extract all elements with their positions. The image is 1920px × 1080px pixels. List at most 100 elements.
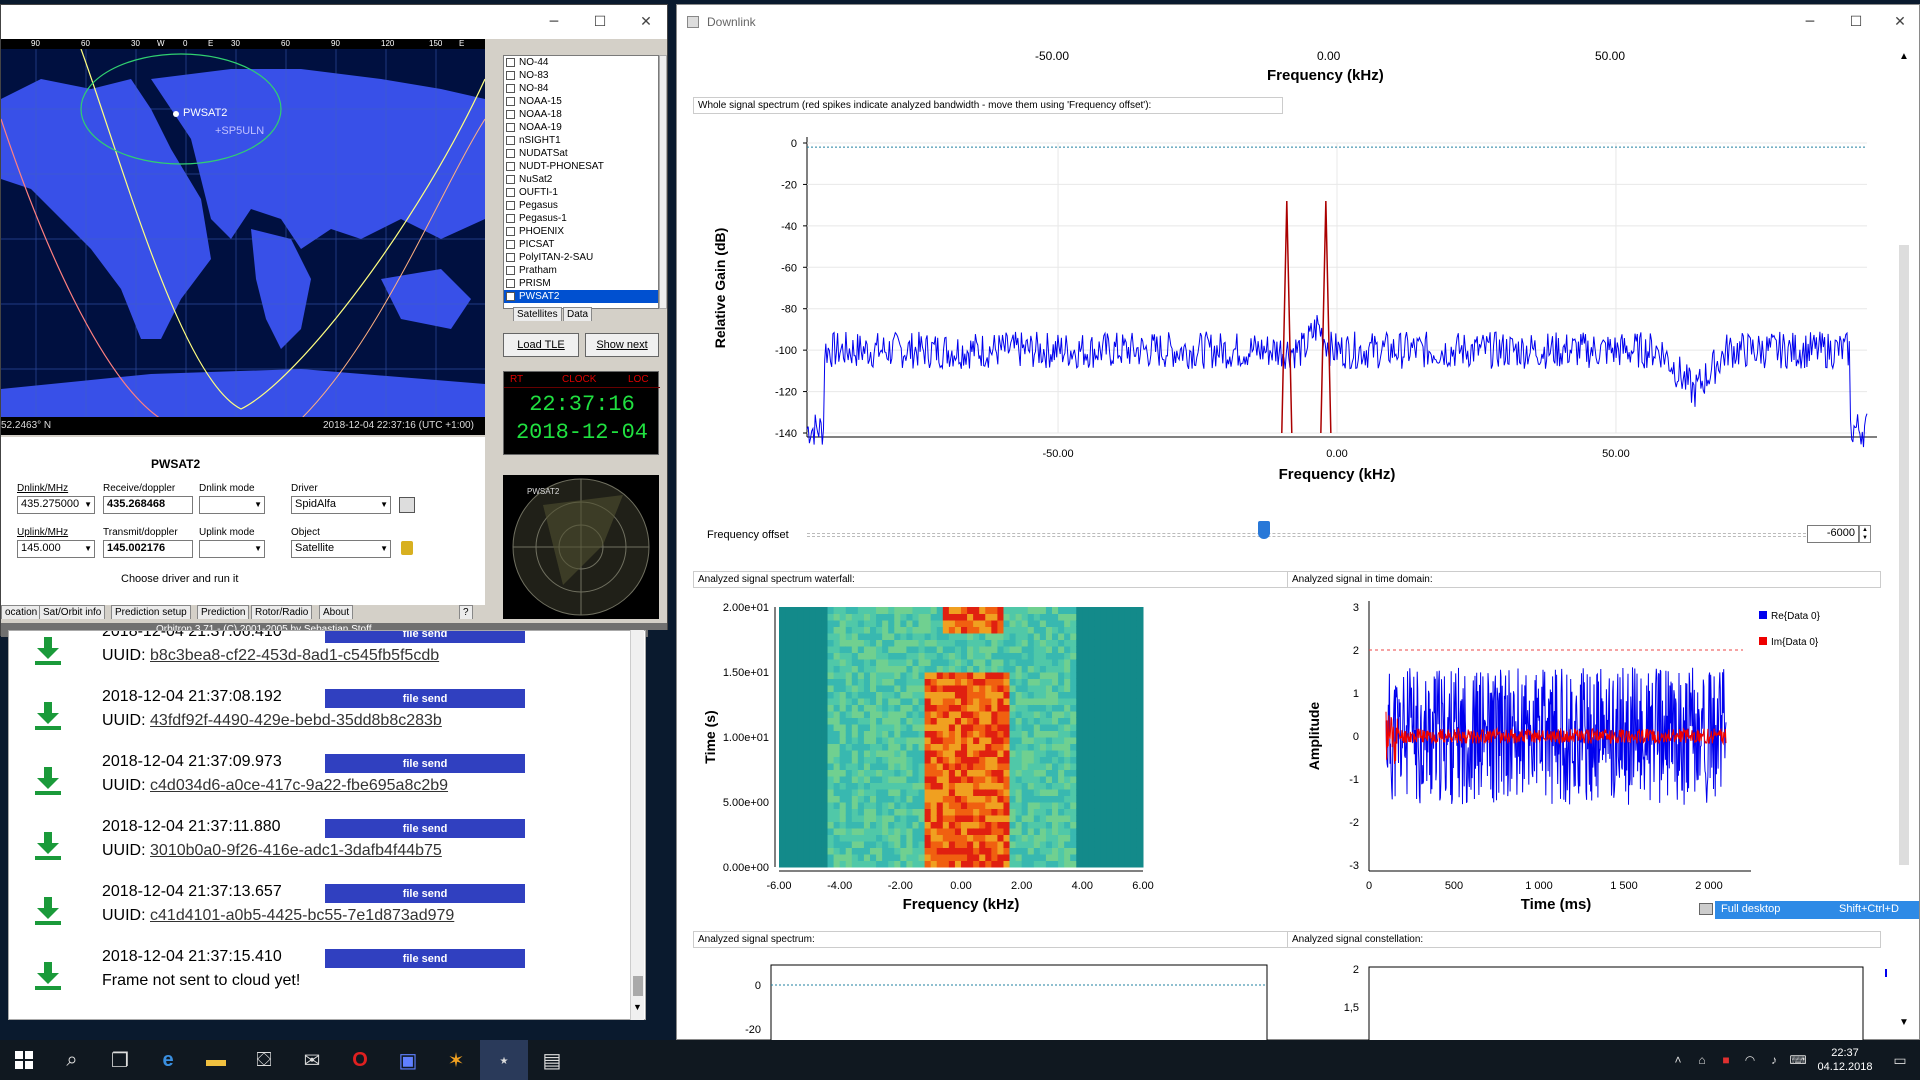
task-view-icon[interactable]: ❐: [96, 1040, 144, 1080]
satellite-checkbox[interactable]: ✓: [506, 292, 515, 301]
downlink-app-icon[interactable]: ⋆: [480, 1040, 528, 1080]
network-icon[interactable]: ⌂: [1690, 1040, 1714, 1080]
downlink-scrollbar[interactable]: ▲ ▼: [1895, 45, 1913, 1035]
full-desktop-tooltip[interactable]: Full desktop Shift+Ctrl+D: [1699, 901, 1919, 919]
load-tle-button[interactable]: Load TLE: [503, 333, 579, 357]
satellite-checkbox[interactable]: [506, 266, 515, 275]
antivirus-icon[interactable]: ■: [1714, 1040, 1738, 1080]
frequency-offset-input[interactable]: -6000: [1807, 525, 1859, 543]
satellite-list-item[interactable]: Pegasus-1: [504, 212, 658, 225]
uuid-link[interactable]: c41d4101-a0b5-4425-bc55-7e1d873ad979: [150, 907, 454, 924]
satellite-list-item[interactable]: PolyITAN-2-SAU: [504, 251, 658, 264]
dnlink-mode-select[interactable]: [199, 496, 265, 514]
tab-data[interactable]: Data: [563, 307, 593, 321]
satellite-list[interactable]: NO-44 NO-83 NO-84 NOAA-15 NOAA-18 NOAA-19 nSIG…: [503, 55, 659, 309]
start-windows-icon[interactable]: [0, 1040, 48, 1080]
satellite-list-scrollbar[interactable]: [659, 55, 667, 309]
frequency-offset-thumb[interactable]: [1257, 521, 1270, 539]
satellite-checkbox[interactable]: [506, 175, 515, 184]
file-send-badge[interactable]: file send: [325, 884, 525, 903]
receive-field[interactable]: 435.268468: [103, 496, 193, 514]
uuid-link[interactable]: 43fdf92f-4490-429e-bebd-35dd8b8c283b: [150, 712, 442, 729]
satellite-checkbox[interactable]: [506, 58, 515, 67]
satellite-checkbox[interactable]: [506, 162, 515, 171]
uplink-select[interactable]: 145.000: [17, 540, 95, 558]
tab-prediction-setup[interactable]: Prediction setup: [111, 605, 191, 619]
satellite-checkbox[interactable]: [506, 188, 515, 197]
satellite-checkbox[interactable]: [506, 123, 515, 132]
satellite-checkbox[interactable]: [506, 110, 515, 119]
satellite-checkbox[interactable]: [506, 279, 515, 288]
world-map[interactable]: 90 60 30 W 0 E 30 60 90 120 150 E PWSAT2…: [1, 39, 485, 435]
wifi-icon[interactable]: ◠: [1738, 1040, 1762, 1080]
tab-sat-orbit-info[interactable]: Sat/Orbit info: [39, 605, 106, 619]
edge-icon[interactable]: e: [144, 1040, 192, 1080]
satellite-checkbox[interactable]: [506, 84, 515, 93]
satellite-list-item[interactable]: NOAA-19: [504, 121, 658, 134]
keyboard-icon[interactable]: ⌨: [1786, 1040, 1810, 1080]
mail-icon[interactable]: ✉: [288, 1040, 336, 1080]
store-icon[interactable]: ⛋: [240, 1040, 288, 1080]
search-icon[interactable]: ⌕: [48, 1040, 96, 1080]
frequency-offset-slider[interactable]: [807, 533, 1831, 537]
driver-select[interactable]: SpidAlfa: [291, 496, 391, 514]
satellite-list-item[interactable]: nSIGHT1: [504, 134, 658, 147]
satellite-list-item[interactable]: NOAA-15: [504, 95, 658, 108]
tab-rotor-radio[interactable]: Rotor/Radio: [251, 605, 313, 619]
satellite-checkbox[interactable]: [506, 97, 515, 106]
satellite-list-item[interactable]: NUDT-PHONESAT: [504, 160, 658, 173]
uuid-link[interactable]: c4d034d6-a0ce-417c-9a22-fbe695a8c2b9: [150, 777, 448, 794]
tab-location[interactable]: ocation: [1, 605, 42, 619]
satellite-checkbox[interactable]: [506, 201, 515, 210]
satellite-checkbox[interactable]: [506, 214, 515, 223]
object-select[interactable]: Satellite: [291, 540, 391, 558]
satellite-checkbox[interactable]: [506, 253, 515, 262]
satellite-list-item[interactable]: NO-44: [504, 56, 658, 69]
satellite-list-item[interactable]: Pegasus: [504, 199, 658, 212]
satellite-list-item[interactable]: PHOENIX: [504, 225, 658, 238]
close-icon[interactable]: ✕: [1877, 5, 1920, 39]
taskbar-clock[interactable]: 22:37 04.12.2018: [1810, 1046, 1880, 1074]
tray-chevron-icon[interactable]: ˄: [1666, 1040, 1690, 1080]
lock-icon[interactable]: [401, 541, 413, 555]
transmit-field[interactable]: 145.002176: [103, 540, 193, 558]
minimize-icon[interactable]: ─: [1787, 5, 1833, 39]
satellite-checkbox[interactable]: [506, 136, 515, 145]
uuid-link[interactable]: 3010b0a0-9f26-416e-adc1-3dafb4f44b75: [150, 842, 442, 859]
file-send-badge[interactable]: file send: [325, 949, 525, 968]
file-send-badge[interactable]: file send: [325, 754, 525, 773]
clock-indicator[interactable]: CLOCK: [562, 374, 596, 385]
download-icon[interactable]: [35, 767, 61, 795]
dnlink-select[interactable]: 435.275000: [17, 496, 95, 514]
downlink-titlebar[interactable]: Downlink ─ ☐ ✕: [677, 5, 1919, 39]
satellite-list-item[interactable]: OUFTI-1: [504, 186, 658, 199]
maximize-icon[interactable]: ☐: [1833, 5, 1879, 39]
frame-log[interactable]: 2018-12-04 21:37:06.410 file send UUID: b8…: [8, 630, 646, 1020]
download-icon[interactable]: [35, 702, 61, 730]
download-icon[interactable]: [35, 832, 61, 860]
satellite-checkbox[interactable]: [506, 71, 515, 80]
download-icon[interactable]: [35, 897, 61, 925]
floppy-icon[interactable]: ▣: [384, 1040, 432, 1080]
satellite-list-item[interactable]: NO-83: [504, 69, 658, 82]
satellite-list-item[interactable]: Pratham: [504, 264, 658, 277]
satellite-list-item[interactable]: NuSat2: [504, 173, 658, 186]
frame-log-scrollbar[interactable]: ▼: [630, 630, 644, 1020]
satellite-list-item[interactable]: NUDATSat: [504, 147, 658, 160]
download-icon[interactable]: [35, 962, 61, 990]
file-send-badge[interactable]: file send: [325, 689, 525, 708]
notification-icon[interactable]: ▭: [1880, 1040, 1920, 1080]
satellite-list-item[interactable]: PRISM: [504, 277, 658, 290]
tab-prediction[interactable]: Prediction: [197, 605, 250, 619]
show-next-button[interactable]: Show next: [585, 333, 659, 357]
maximize-icon[interactable]: ☐: [577, 5, 623, 39]
orbitron-titlebar[interactable]: ─ ☐ ✕: [1, 5, 667, 39]
download-icon[interactable]: [35, 637, 61, 665]
file-send-badge[interactable]: file send: [325, 631, 525, 643]
uuid-link[interactable]: b8c3bea8-cf22-453d-8ad1-c545fb5f5cdb: [150, 647, 439, 664]
opera-icon[interactable]: O: [336, 1040, 384, 1080]
satellite-checkbox[interactable]: [506, 227, 515, 236]
satellite-list-item[interactable]: NO-84: [504, 82, 658, 95]
satellite-list-item[interactable]: NOAA-18: [504, 108, 658, 121]
tab-satellites[interactable]: Satellites: [513, 307, 562, 321]
